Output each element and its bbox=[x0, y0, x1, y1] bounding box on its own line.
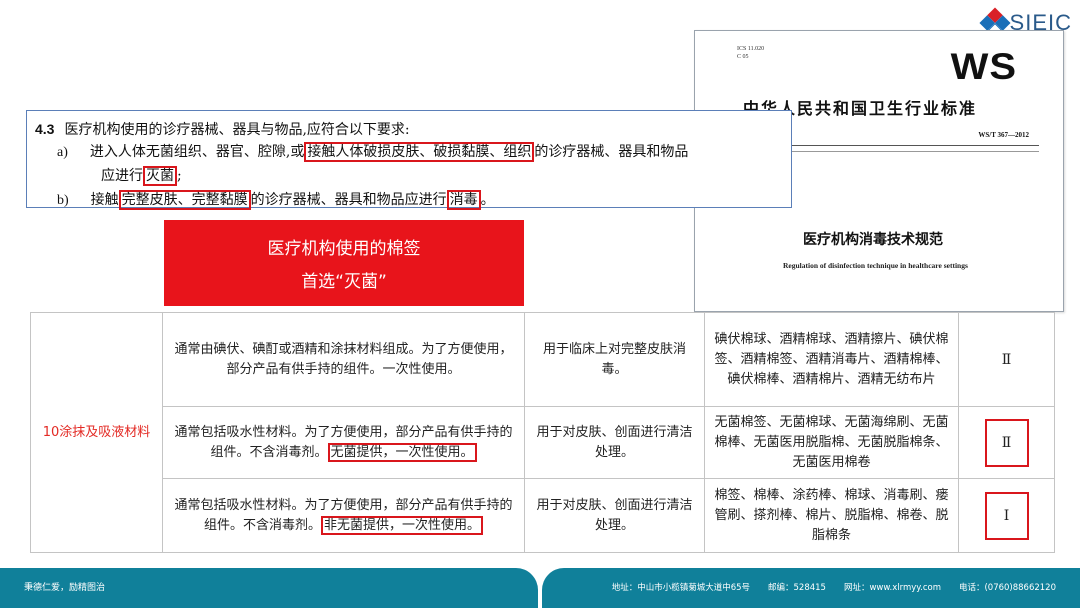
clause-excerpt: 4.3 医疗机构使用的诊疗器械、器具与物品,应符合以下要求: a) 进入人体无菌组织… bbox=[26, 110, 792, 210]
footer-postcode: 邮编：528415 bbox=[768, 583, 826, 593]
use-cell: 用于临床上对完整皮肤消毒。 bbox=[524, 312, 705, 407]
callout-line1: 医疗机构使用的棉签 bbox=[267, 239, 421, 259]
highlight-box: 非无菌提供，一次性使用。 bbox=[321, 515, 484, 535]
table-row: 通常包括吸水性材料。为了方便使用，部分产品有供手持的组件。不含消毒剂。 非无菌提供… bbox=[31, 478, 1055, 553]
highlight-box: 无菌提供，一次性使用。 bbox=[327, 442, 477, 462]
examples-cell: 碘伏棉球、酒精棉球、酒精擦片、碘伏棉签、酒精棉签、酒精消毒片、酒精棉棒、碘伏棉棒… bbox=[704, 312, 959, 407]
clause-item-a: a) 进入人体无菌组织、器官、腔隙,或 接触人体破损皮肤、破损黏膜、组织 的诊疗器械、… bbox=[57, 142, 689, 162]
description-cell: 通常包括吸水性材料。为了方便使用，部分产品有供手持的组件。不含消毒剂。 非无菌提供… bbox=[162, 478, 525, 553]
clause-item-a-cont: 应进行 灭菌; bbox=[101, 166, 182, 186]
classification-table: 10涂抹及吸液材料 通常由碘伏、碘酊或酒精和涂抹材料组成。为了方便使用，部分产品… bbox=[30, 312, 1055, 553]
footer-bar: 秉德仁爱，励精图治 地址：中山市小榄镇菊城大道中65号 邮编：528415 网址：w… bbox=[0, 568, 1080, 608]
examples-cell: 无菌棉签、无菌棉球、无菌海绵刷、无菌棉棒、无菌医用脱脂棉、无菌脱脂棉条、无菌医用… bbox=[704, 406, 959, 479]
footer-slogan: 秉德仁爱，励精图治 bbox=[24, 583, 106, 593]
class-cell: Ⅰ bbox=[958, 478, 1055, 553]
use-cell: 用于对皮肤、创面进行清洁处理。 bbox=[524, 478, 705, 553]
highlight-box: 完整皮肤、完整黏膜 bbox=[118, 190, 251, 210]
footer-website: 网址：www.xlrmyy.com bbox=[843, 583, 941, 593]
standard-cn-name: 医疗机构消毒技术规范 bbox=[803, 232, 943, 248]
class-cell: Ⅱ bbox=[958, 312, 1055, 407]
table-row: 10涂抹及吸液材料 通常由碘伏、碘酊或酒精和涂抹材料组成。为了方便使用，部分产品… bbox=[30, 312, 1055, 553]
footer-address: 地址：中山市小榄镇菊城大道中65号 bbox=[611, 583, 751, 593]
highlight-box: Ⅱ bbox=[984, 418, 1029, 467]
ws-badge: WS bbox=[950, 46, 1017, 88]
standard-en-name: Regulation of disinfection technique in … bbox=[783, 261, 968, 270]
footer-left: 秉德仁爱，励精图治 bbox=[0, 568, 538, 608]
ics-code: ICS 11.020 C 05 bbox=[737, 46, 765, 60]
clause-intro-line: 4.3 医疗机构使用的诊疗器械、器具与物品,应符合以下要求: bbox=[35, 121, 410, 138]
highlight-box: 灭菌 bbox=[143, 166, 177, 186]
description-cell: 通常包括吸水性材料。为了方便使用，部分产品有供手持的组件。不含消毒剂。 无菌提供，… bbox=[162, 406, 525, 479]
red-callout: 医疗机构使用的棉签 首选“灭菌” bbox=[164, 220, 524, 306]
highlight-box: Ⅰ bbox=[984, 491, 1029, 540]
examples-cell: 棉签、棉棒、涂药棒、棉球、消毒刷、瘘管刷、搽剂棒、棉片、脱脂棉、棉卷、脱脂棉条 bbox=[704, 478, 959, 553]
standard-number: WS/T 367—2012 bbox=[978, 131, 1029, 139]
highlight-box: 接触人体破损皮肤、破损黏膜、组织 bbox=[304, 142, 535, 162]
class-cell: Ⅱ bbox=[958, 406, 1055, 479]
footer-contact: 地址：中山市小榄镇菊城大道中65号 邮编：528415 网址：www.xlrmyy.… bbox=[594, 581, 1056, 593]
highlight-box: 消毒 bbox=[446, 190, 481, 210]
table-row: 通常包括吸水性材料。为了方便使用，部分产品有供手持的组件。不含消毒剂。 无菌提供，… bbox=[31, 406, 1055, 479]
clause-item-b: b) 接触 完整皮肤、完整黏膜 的诊疗器械、器具和物品应进行 消毒。 bbox=[57, 190, 495, 210]
use-cell: 用于对皮肤、创面进行清洁处理。 bbox=[524, 406, 705, 479]
description-cell: 通常由碘伏、碘酊或酒精和涂抹材料组成。为了方便使用，部分产品有供手持的组件。一次… bbox=[162, 312, 525, 407]
footer-right: 地址：中山市小榄镇菊城大道中65号 邮编：528415 网址：www.xlrmyy.… bbox=[542, 568, 1080, 608]
footer-phone: 电话：(0760)88662120 bbox=[958, 583, 1056, 593]
category-cell: 10涂抹及吸液材料 bbox=[30, 312, 163, 553]
callout-line2: 首选“灭菌” bbox=[301, 272, 387, 292]
